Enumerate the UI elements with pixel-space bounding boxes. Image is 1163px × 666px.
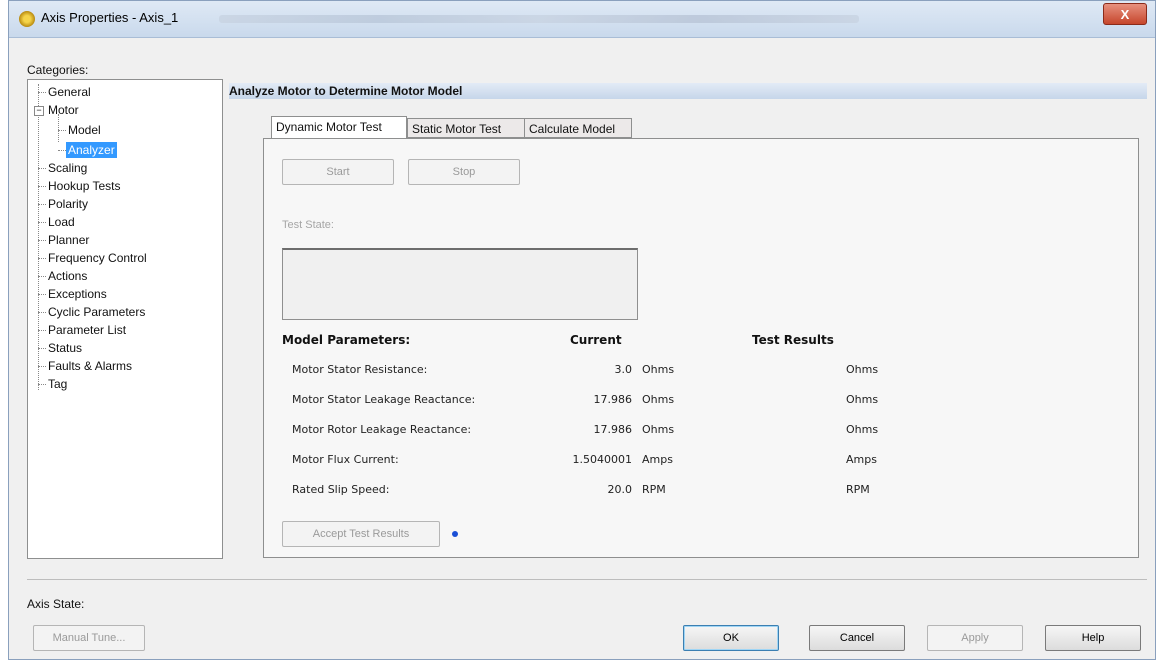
param-name: Motor Stator Leakage Reactance:	[292, 393, 476, 406]
tree-connector	[38, 92, 46, 93]
param-name: Motor Flux Current:	[292, 453, 399, 466]
categories-label: Categories:	[27, 63, 89, 77]
tree-item-motor[interactable]: Motor	[48, 102, 79, 118]
tab-dynamic-motor-test[interactable]: Dynamic Motor Test	[271, 116, 407, 139]
tree-line	[38, 84, 39, 390]
tree-item-model[interactable]: Model	[68, 122, 101, 138]
tree-connector	[58, 150, 66, 151]
stop-button[interactable]: Stop	[408, 159, 520, 185]
tree-connector	[38, 222, 46, 223]
tree-item-faults-alarms[interactable]: Faults & Alarms	[48, 358, 132, 374]
model-parameters-header: Model Parameters:	[282, 333, 411, 347]
param-result-unit: Ohms	[846, 423, 879, 436]
title-bar: Axis Properties - Axis_1 X	[9, 1, 1155, 38]
test-state-label: Test State:	[282, 219, 334, 231]
tree-item-analyzer[interactable]: Analyzer	[66, 142, 117, 158]
tree-connector	[38, 366, 46, 367]
param-name: Motor Stator Resistance:	[292, 363, 428, 376]
tree-connector	[58, 130, 66, 131]
param-name: Motor Rotor Leakage Reactance:	[292, 423, 472, 436]
footer-separator	[27, 579, 1147, 580]
param-current-value: 17.986	[593, 423, 633, 436]
tree-connector	[38, 258, 46, 259]
tree-connector	[38, 240, 46, 241]
param-current-value: 20.0	[607, 483, 633, 496]
param-current-unit: Ohms	[642, 423, 675, 436]
param-current-value: 3.0	[614, 363, 633, 376]
tree-item-actions[interactable]: Actions	[48, 268, 87, 284]
axis-app-icon	[19, 11, 35, 27]
start-button[interactable]: Start	[282, 159, 394, 185]
tree-connector	[38, 294, 46, 295]
tree-item-hookup-tests[interactable]: Hookup Tests	[48, 178, 121, 194]
dynamic-test-panel: Start Stop Test State: Model Parameters:…	[263, 138, 1139, 558]
param-name: Rated Slip Speed:	[292, 483, 390, 496]
help-button[interactable]: Help	[1045, 625, 1141, 651]
tree-item-scaling[interactable]: Scaling	[48, 160, 87, 176]
tab-static-motor-test[interactable]: Static Motor Test	[407, 118, 525, 138]
category-tree: − General Motor Model Analyzer Scaling H…	[27, 79, 223, 559]
cancel-button[interactable]: Cancel	[809, 625, 905, 651]
tree-connector	[38, 168, 46, 169]
tree-connector	[38, 312, 46, 313]
tree-connector	[38, 204, 46, 205]
param-current-value: 1.5040001	[572, 453, 633, 466]
manual-tune-button[interactable]: Manual Tune...	[33, 625, 145, 651]
tree-item-exceptions[interactable]: Exceptions	[48, 286, 107, 302]
tree-item-parameter-list[interactable]: Parameter List	[48, 322, 126, 338]
param-current-unit: Ohms	[642, 363, 675, 376]
apply-button[interactable]: Apply	[927, 625, 1023, 651]
close-button[interactable]: X	[1103, 3, 1147, 25]
param-result-unit: Amps	[846, 453, 877, 466]
tree-item-tag[interactable]: Tag	[48, 376, 67, 392]
tree-item-general[interactable]: General	[48, 84, 91, 100]
accept-test-results-button[interactable]: Accept Test Results	[282, 521, 440, 547]
section-title: Analyze Motor to Determine Motor Model	[229, 83, 1147, 99]
param-result-unit: Ohms	[846, 363, 879, 376]
tree-item-cyclic-parameters[interactable]: Cyclic Parameters	[48, 304, 145, 320]
test-results-header: Test Results	[752, 333, 834, 347]
taskbar-blur	[219, 15, 859, 23]
param-current-value: 17.986	[593, 393, 633, 406]
tree-item-status[interactable]: Status	[48, 340, 82, 356]
axis-properties-window: Axis Properties - Axis_1 X Categories: −…	[8, 0, 1156, 660]
test-state-display	[282, 248, 638, 320]
tree-item-polarity[interactable]: Polarity	[48, 196, 88, 212]
param-result-unit: RPM	[846, 483, 870, 496]
collapse-icon[interactable]: −	[34, 106, 44, 116]
tree-connector	[38, 186, 46, 187]
current-header: Current	[570, 333, 622, 347]
param-current-unit: Ohms	[642, 393, 675, 406]
param-result-unit: Ohms	[846, 393, 879, 406]
tree-connector	[38, 330, 46, 331]
tab-calculate-model[interactable]: Calculate Model	[524, 118, 632, 138]
tree-line	[58, 114, 59, 142]
tree-connector	[38, 276, 46, 277]
tree-connector	[38, 384, 46, 385]
param-current-unit: RPM	[642, 483, 666, 496]
tree-item-planner[interactable]: Planner	[48, 232, 89, 248]
ok-button[interactable]: OK	[683, 625, 779, 651]
tree-item-load[interactable]: Load	[48, 214, 75, 230]
param-current-unit: Amps	[642, 453, 673, 466]
tree-item-frequency-control[interactable]: Frequency Control	[48, 250, 147, 266]
window-title: Axis Properties - Axis_1	[41, 10, 179, 25]
pending-indicator-icon	[452, 531, 458, 537]
tree-connector	[38, 348, 46, 349]
axis-state-label: Axis State:	[27, 597, 85, 611]
